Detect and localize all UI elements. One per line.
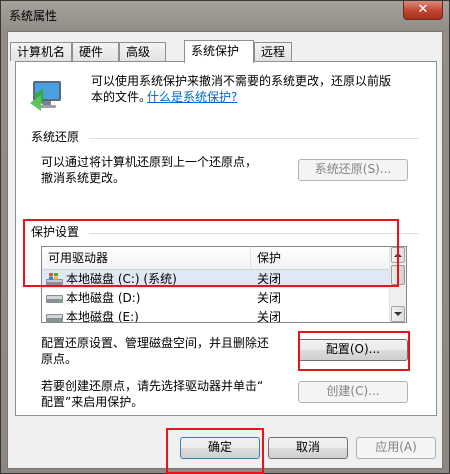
drive-name: 本地磁盘 (E:) [66,310,139,323]
scroll-up-button[interactable] [391,247,405,263]
system-restore-button[interactable]: 系统还原(S)... [298,159,408,181]
tab-remote[interactable]: 远程 [254,42,292,61]
drive-name: 本地磁盘 (D:) [66,291,141,305]
tab-hardware[interactable]: 硬件 [72,42,119,61]
cancel-button[interactable]: 取消 [268,437,348,459]
apply-button[interactable]: 应用(A) [356,437,436,459]
window-title: 系统属性 [9,9,58,23]
drive-protection-status: 关闭 [257,291,282,305]
intro-text-line2: 本的文件。 [91,90,152,104]
ok-button[interactable]: 确定 [180,437,260,459]
system-restore-text-line2: 撤消系统更改。 [41,171,126,185]
protection-settings-divider [89,233,419,234]
drive-protection-status: 关闭 [257,310,282,323]
windows-drive-icon [46,273,63,285]
drive-name: 本地磁盘 (C:) (系统) [66,272,177,286]
hard-drive-icon [46,314,63,322]
chevron-down-icon [394,312,402,316]
tab-advanced[interactable]: 高级 [119,42,166,61]
system-restore-divider [89,138,419,139]
create-button[interactable]: 创建(C)... [298,381,408,403]
create-text-line2: 配置”来启用保护。 [41,395,144,409]
system-restore-heading: 系统还原 [31,130,80,144]
drives-list-scrollbar[interactable] [389,247,406,322]
close-button[interactable]: ✕ [403,1,443,20]
intro-text-line1: 可以使用系统保护来撤消不需要的系统更改，还原以前版 [91,74,392,88]
column-protection[interactable]: 保护 [251,247,392,269]
column-available-drives[interactable]: 可用驱动器 [42,247,251,269]
protection-settings-heading: 保护设置 [31,225,80,239]
close-icon: ✕ [417,2,429,17]
drive-row-d[interactable]: 本地磁盘 (D:) 关闭 [42,289,392,307]
system-properties-window: 系统属性 ✕ 计算机名 硬件 高级 系统保护 远程 可以使用系统保护来撤消不需要… [0,0,450,474]
drives-list[interactable]: 可用驱动器 保护 本地磁盘 (C:) (系统) 关闭 本地磁盘 (D:) 关闭 [41,246,407,323]
drive-row-e[interactable]: 本地磁盘 (E:) 关闭 [42,308,392,323]
what-is-system-protection-link[interactable]: 什么是系统保护? [147,90,237,105]
tab-computer-name[interactable]: 计算机名 [10,42,72,61]
create-text-line1: 若要创建还原点，请先选择驱动器并单击“ [41,379,264,393]
drive-protection-status: 关闭 [257,272,282,286]
scroll-thumb[interactable] [391,265,405,285]
hard-drive-icon [46,295,63,303]
title-bar[interactable]: 系统属性 ✕ [1,1,449,35]
tab-system-protection[interactable]: 系统保护 [184,40,254,63]
scroll-down-button[interactable] [391,306,405,322]
configure-button[interactable]: 配置(O)... [298,339,408,361]
system-restore-text-line1: 可以通过将计算机还原到上一个还原点， [41,155,258,169]
drive-row-c[interactable]: 本地磁盘 (C:) (系统) 关闭 [42,270,392,288]
configure-text-line2: 原点。 [41,352,78,366]
chevron-up-icon [394,253,402,257]
computer-shield-icon [30,81,61,111]
drives-list-header: 可用驱动器 保护 [42,247,392,270]
configure-text-line1: 配置还原设置、管理磁盘空间，并且删除还 [41,336,270,350]
